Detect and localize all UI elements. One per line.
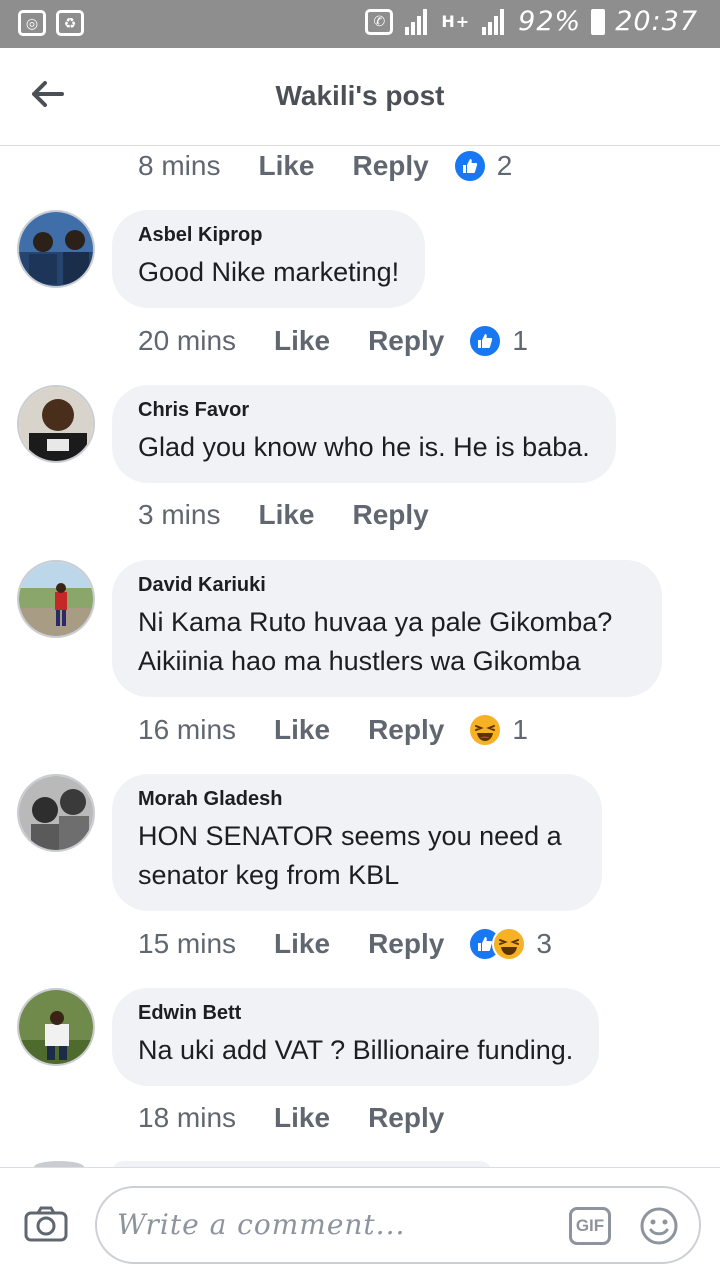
like-button[interactable]: Like [274,1102,330,1134]
comment-composer: Write a comment... GIF [0,1167,720,1280]
like-button[interactable]: Like [274,714,330,746]
comment-bubble[interactable]: Morah Gladesh HON SENATOR seems you need… [112,774,602,911]
reaction-summary[interactable]: 1 [468,324,528,358]
reaction-count: 1 [512,325,528,356]
avatar[interactable] [17,210,95,288]
signal-icon-2 [480,8,508,35]
reply-button[interactable]: Reply [368,928,444,960]
comment-bubble[interactable]: Edwin Bett Na uki add VAT ? Billionaire … [112,988,600,1086]
comment-meta-1: 20 mins Like Reply 1 [138,324,528,358]
comment-bubble[interactable]: Chris Favor Glad you know who he is. He … [112,385,616,483]
comment-time: 3 mins [138,499,221,530]
comment-text: Na uki add VAT ? Billionaire funding. [138,1035,574,1065]
author-name[interactable]: Morah Gladesh [138,788,576,811]
reply-button[interactable]: Reply [353,150,429,182]
comment-meta-3: 16 mins Like Reply 1 [138,713,528,747]
network-type: H+ [441,12,471,31]
author-name[interactable]: Asbel Kiprop [138,224,399,247]
comment-text: HON SENATOR seems you need a senator keg… [138,821,562,890]
author-name[interactable]: Edwin Bett [138,1002,573,1025]
recycle-notification-icon: ♻ [56,10,84,36]
like-button[interactable]: Like [258,150,314,182]
like-button[interactable]: Like [274,325,330,357]
comment-time: 16 mins [138,714,237,745]
reaction-summary[interactable]: 1 [468,713,528,747]
clock: 20:37 [615,6,698,37]
comment-input[interactable]: Write a comment... GIF [95,1186,701,1264]
camera-icon[interactable] [24,1206,68,1242]
avatar[interactable] [17,560,95,638]
comment-placeholder: Write a comment... [117,1208,406,1241]
like-reaction-icon [452,149,487,183]
comment-time: 8 mins [138,150,221,181]
comment-meta-0: 8 mins Like Reply 2 [138,149,512,183]
author-name[interactable]: Chris Favor [138,399,590,422]
comment-meta-5: 18 mins Like Reply [138,1102,444,1134]
comment-text: Ni Kama Ruto huvaa ya pale Gikomba? Aiki… [138,607,613,676]
reply-button[interactable]: Reply [368,325,444,357]
gif-button[interactable]: GIF [569,1207,611,1245]
reply-button[interactable]: Reply [368,714,444,746]
smiley-icon[interactable] [639,1206,679,1246]
avatar[interactable] [17,988,95,1066]
app-header: Wakili's post [0,48,720,146]
comment-time: 18 mins [138,1102,237,1133]
gallery-notification-icon: ◎ [18,10,46,36]
reaction-count: 3 [536,928,552,959]
comment-text: Good Nike marketing! [138,257,400,287]
battery-icon [591,8,606,35]
reaction-count: 2 [496,150,513,181]
battery-percent: 92% [518,6,582,37]
like-button[interactable]: Like [274,928,330,960]
comment-bubble[interactable]: Asbel Kiprop Good Nike marketing! [112,210,426,308]
reaction-summary[interactable]: 3 [468,927,552,961]
comment-time: 20 mins [138,325,237,356]
avatar[interactable] [17,774,95,852]
signal-icon [403,8,431,35]
reaction-summary[interactable]: 2 [452,149,513,183]
haha-reaction-icon [492,927,527,961]
reply-button[interactable]: Reply [368,1102,444,1134]
comment-time: 15 mins [138,928,237,959]
comment-bubble[interactable]: David Kariuki Ni Kama Ruto huvaa ya pale… [112,560,662,697]
phone-icon: ✆ [365,8,394,35]
reaction-count: 1 [512,714,528,745]
haha-reaction-icon [468,713,503,747]
reply-button[interactable]: Reply [353,499,429,531]
like-reaction-icon [468,324,503,358]
comment-text: Glad you know who he is. He is baba. [138,432,590,462]
comment-meta-4: 15 mins Like Reply 3 [138,927,552,961]
avatar[interactable] [17,385,95,463]
comment-meta-2: 3 mins Like Reply [138,499,429,531]
author-name[interactable]: David Kariuki [138,574,636,597]
page-title: Wakili's post [275,80,445,111]
comment-list[interactable]: 8 mins Like Reply 2 Asbel Kiprop Good Ni… [0,147,720,1167]
status-bar: ◎ ♻ ✆ H+ 92% 20:37 [0,0,720,48]
like-button[interactable]: Like [258,499,314,531]
